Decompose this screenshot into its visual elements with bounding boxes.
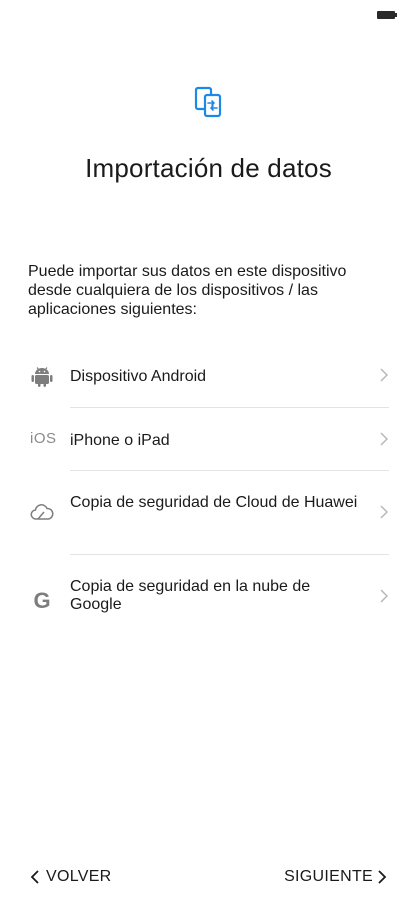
- android-icon: [31, 367, 53, 387]
- option-google-backup[interactable]: G Copia de seguridad en la nube de Googl…: [0, 555, 417, 639]
- chevron-right-icon: [380, 505, 388, 519]
- phone-transfer-icon: [194, 86, 222, 118]
- battery-icon: [377, 11, 397, 19]
- chevron-right-icon: [380, 368, 388, 382]
- next-label: SIGUIENTE: [284, 868, 373, 885]
- import-options-list: Dispositivo Android iOS iPhone o iPad Co…: [0, 345, 417, 639]
- chevron-right-icon: [380, 432, 388, 446]
- option-huawei-cloud[interactable]: Copia de seguridad de Cloud de Huawei: [0, 471, 417, 555]
- back-button[interactable]: VOLVER: [30, 866, 112, 888]
- chevron-right-icon: [380, 589, 388, 603]
- description-text: Puede importar sus datos en este disposi…: [28, 263, 347, 318]
- next-button[interactable]: SIGUIENTE: [284, 866, 387, 888]
- option-label: iPhone o iPad: [70, 432, 170, 449]
- option-label: Copia de seguridad en la nube de Google: [70, 578, 311, 613]
- google-icon: G: [33, 588, 51, 613]
- chevron-left-icon: [30, 870, 39, 884]
- chevron-right-icon: [378, 870, 387, 884]
- page-title: Importación de datos: [85, 153, 332, 183]
- option-iphone-ipad[interactable]: iOS iPhone o iPad: [0, 408, 417, 471]
- option-android[interactable]: Dispositivo Android: [0, 345, 417, 408]
- ios-icon: iOS: [30, 430, 57, 447]
- option-label: Copia de seguridad de Cloud de Huawei: [70, 494, 358, 511]
- cloud-icon: [30, 504, 54, 520]
- back-label: VOLVER: [46, 868, 112, 885]
- status-bar: [0, 0, 417, 30]
- option-label: Dispositivo Android: [70, 368, 207, 385]
